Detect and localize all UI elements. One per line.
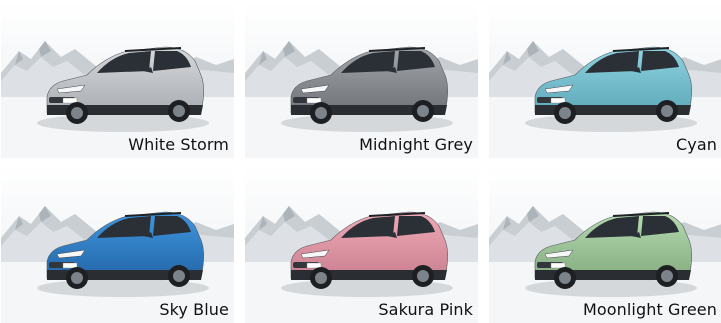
color-name: Sky Blue [159, 300, 229, 319]
color-swatch-grid: White Storm Midnight Grey Cyan Sky Blue … [0, 0, 721, 323]
color-tile-white-storm[interactable]: White Storm [1, 1, 234, 158]
color-tile-sky-blue[interactable]: Sky Blue [1, 166, 234, 323]
color-tile-midnight-grey[interactable]: Midnight Grey [245, 1, 478, 158]
color-tile-cyan[interactable]: Cyan [489, 1, 721, 158]
color-name: Moonlight Green [582, 300, 717, 319]
color-name: Sakura Pink [378, 300, 473, 319]
color-name: Midnight Grey [359, 135, 473, 154]
color-name: White Storm [128, 135, 229, 154]
color-tile-sakura-pink[interactable]: Sakura Pink [245, 166, 478, 323]
color-name: Cyan [676, 135, 717, 154]
color-tile-moonlight-green[interactable]: Moonlight Green [489, 166, 721, 323]
